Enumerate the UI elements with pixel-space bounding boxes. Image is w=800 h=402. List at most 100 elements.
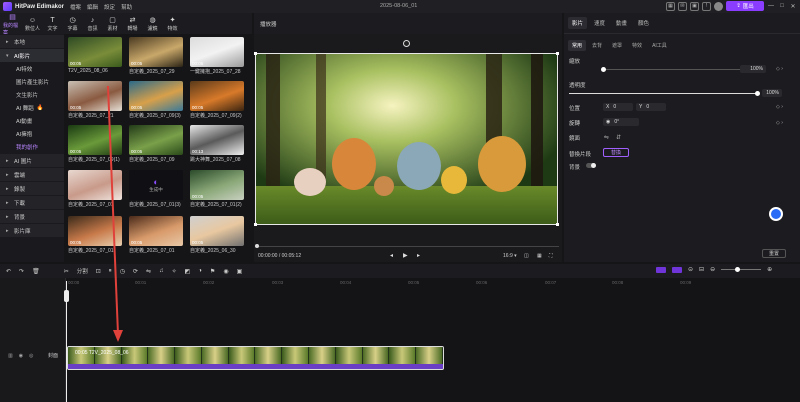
media-tile[interactable]: 自定義_2025_07_01 [68, 170, 122, 208]
tool-filter[interactable]: ◍ 濾鏡 [143, 15, 162, 34]
mail-icon[interactable]: ✉ [678, 1, 687, 11]
sidebar-item-ai-effect[interactable]: AI特效 [0, 62, 64, 75]
record-voice-icon[interactable]: ◉ [223, 268, 228, 275]
video-preview[interactable] [255, 53, 558, 225]
opacity-value-field[interactable]: 100% [762, 89, 782, 97]
tool-text[interactable]: T 文字 [43, 15, 62, 34]
keyframe-icon[interactable]: ◇ › [776, 104, 783, 110]
subtab-mask[interactable]: 遮罩 [608, 40, 626, 51]
mute-icon[interactable]: ◎ [29, 353, 33, 359]
menu-edit[interactable]: 編輯 [87, 3, 98, 11]
tab-color[interactable]: 顏色 [634, 17, 653, 29]
resize-handle[interactable] [556, 52, 559, 55]
color-icon[interactable]: ◑ [198, 268, 202, 274]
mirror-icon[interactable]: ⇋ [146, 268, 151, 275]
menu-settings[interactable]: 設定 [104, 3, 115, 11]
layout-icon[interactable]: ▦ [666, 1, 675, 11]
sidebar-item-cloud[interactable]: ▸ 雲端 [0, 168, 64, 181]
sidebar-item-ai-hug[interactable]: AI擁抱 [0, 127, 64, 140]
fullscreen-icon[interactable]: ⛶ [549, 253, 553, 259]
marker-icon[interactable]: ⚑ [210, 268, 215, 275]
minimize-icon[interactable]: — [767, 3, 775, 9]
zoom-in-icon[interactable]: ⊕ [767, 266, 772, 273]
media-tile[interactable]: 00:05 自定義_2025_07_01 [129, 216, 183, 254]
media-tile[interactable]: 00:05 一鍵擁抱_2025_07_28 [190, 37, 244, 75]
scrubber-handle[interactable] [255, 244, 259, 248]
sidebar-item-text-to-video[interactable]: 文生影片 [0, 88, 64, 101]
assistant-floating-button[interactable] [769, 207, 783, 221]
sidebar-item-ai-animation[interactable]: AI動畫 [0, 114, 64, 127]
subtab-remove-bg[interactable]: 去背 [588, 40, 606, 51]
shop-icon[interactable]: ▣ [690, 1, 699, 11]
transform-icon[interactable]: ◩ [185, 268, 191, 275]
flip-horizontal-icon[interactable]: ⇋ [604, 134, 609, 141]
ai-icon[interactable]: ✧ [172, 268, 177, 275]
subtab-common[interactable]: 常用 [568, 40, 587, 51]
menu-help[interactable]: 幫助 [121, 3, 132, 11]
zoom-slider[interactable] [603, 69, 740, 70]
maximize-icon[interactable]: □ [778, 3, 786, 9]
media-tile[interactable]: 00:05 自定義_2025_07_01(2) [190, 170, 244, 208]
media-tile[interactable]: ◐ 生成中 自定義_2025_07_01(3) [129, 170, 183, 208]
delete-icon[interactable]: 🗑 [32, 268, 40, 275]
subtab-ai-tools[interactable]: AI工具 [648, 40, 671, 51]
media-tile[interactable]: 00:13 跳大神舞_2025_07_08 [190, 125, 244, 163]
undo-icon[interactable]: ↶ [6, 268, 11, 275]
visibility-icon[interactable]: ◉ [19, 353, 23, 359]
tool-my-files[interactable]: ▤ 我的檔案 [3, 14, 22, 36]
lock-icon[interactable]: ▥ [8, 353, 13, 359]
media-tile[interactable]: 00:05 自定義_2025_07_21 [68, 81, 122, 119]
tab-animation[interactable]: 動畫 [612, 17, 631, 29]
zoom-value-field[interactable]: 100% [740, 65, 766, 73]
speed-icon[interactable]: ◷ [120, 268, 125, 275]
sidebar-item-background[interactable]: ▸ 背景 [0, 210, 64, 223]
rotate-icon[interactable]: ⟳ [133, 268, 138, 275]
playback-scrubber[interactable] [256, 246, 559, 247]
sidebar-item-video-library[interactable]: ▸ 影片庫 [0, 224, 64, 237]
tool-audio[interactable]: ♪ 音訊 [83, 15, 102, 34]
position-y-field[interactable]: Y0 [636, 103, 666, 111]
timeline-zoom-handle[interactable] [735, 267, 741, 272]
aspect-ratio-select[interactable]: 16:9 ▾ [503, 253, 517, 259]
timeline-zoom-slider[interactable] [721, 267, 762, 272]
playhead-handle[interactable] [64, 290, 69, 302]
replace-button[interactable]: 替換 [603, 148, 629, 157]
media-tile[interactable]: 00:05 自定義_2025_06_30 [190, 216, 244, 254]
sidebar-item-my-creations[interactable]: 我的創作 [0, 140, 64, 153]
sidebar-item-ai-image[interactable]: ▸ AI 圖片 [0, 154, 64, 167]
subtab-effect[interactable]: 特效 [628, 40, 646, 51]
media-tile[interactable]: 00:05 自定義_2025_07_09(3) [129, 81, 183, 119]
media-tile[interactable]: 00:05 自定義_2025_07_29 [129, 37, 183, 75]
avatar[interactable] [714, 1, 723, 11]
tool-subtitle[interactable]: ◷ 字幕 [63, 15, 82, 34]
export-button[interactable]: ⇪ 匯出 [726, 1, 764, 11]
redo-icon[interactable]: ↷ [19, 268, 24, 275]
info-icon[interactable]: ! [702, 1, 711, 11]
keyframe-icon[interactable]: ◇ › [776, 66, 783, 72]
resize-handle[interactable] [556, 223, 559, 226]
tool-effect[interactable]: ✦ 特效 [163, 15, 182, 34]
media-tile[interactable]: 00:05 自定義_2025_07_09 [129, 125, 183, 163]
play-icon[interactable]: ▶ [403, 252, 408, 259]
menu-file[interactable]: 檔案 [70, 3, 81, 11]
media-tile[interactable]: 00:05 自定義_2025_07_09(2) [190, 81, 244, 119]
crop-icon[interactable]: ⊡ [96, 268, 101, 275]
tab-speed[interactable]: 速度 [590, 17, 609, 29]
tool-assets[interactable]: ▢ 素材 [103, 15, 122, 34]
rotate-handle[interactable] [403, 40, 410, 47]
media-tile[interactable]: 00:05 自定義_2025_07_01 [68, 216, 122, 254]
freeze-icon[interactable]: ⏸ [109, 268, 112, 275]
sidebar-item-download[interactable]: ▸ 下載 [0, 196, 64, 209]
sidebar-item-image-to-video[interactable]: 圖片產生影片 [0, 75, 64, 88]
media-tile[interactable]: 00:05 T2V_2025_08_06 [68, 37, 122, 74]
link-toggle[interactable] [672, 266, 682, 273]
zoom-out-icon[interactable]: ⊖ [710, 266, 715, 273]
keyframe-icon[interactable]: ◇ › [776, 120, 783, 126]
tool-transition[interactable]: ⇄ 轉場 [123, 15, 142, 34]
snap-toggle[interactable] [656, 266, 666, 273]
tool-digital-human[interactable]: ☺ 數位人 [23, 15, 42, 34]
resize-handle[interactable] [254, 223, 257, 226]
video-clip[interactable]: 00:05 T2V_2025_08_06 [67, 346, 444, 370]
scissors-icon[interactable]: ✂ [64, 268, 69, 275]
resize-handle[interactable] [254, 52, 257, 55]
